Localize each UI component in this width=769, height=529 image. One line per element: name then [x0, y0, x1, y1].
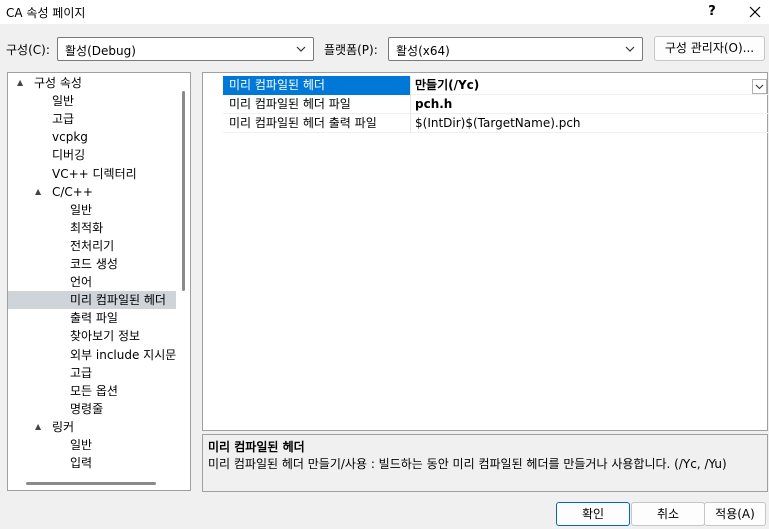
tree-item-label: 언어 — [70, 275, 93, 290]
tree-item-label: 링커 — [52, 419, 75, 434]
tree-expand-toggle-icon[interactable]: ▲ — [35, 418, 45, 436]
tree-item[interactable]: ▲ 링커 — [8, 418, 176, 436]
apply-button[interactable]: 적용(A) — [704, 502, 766, 526]
window-title: CA 속성 페이지 — [6, 6, 86, 20]
config-select-value: 활성(Debug) — [65, 44, 136, 58]
tree-item[interactable]: 고급 — [8, 110, 176, 128]
tree-item-label: VC++ 디렉터리 — [52, 166, 137, 181]
tree-item[interactable]: 언어 — [8, 273, 176, 291]
property-grid: 미리 컴파일된 헤더 만들기(/Yc) 미리 컴파일된 헤더 파일 pch.h 미리 컴… — [202, 72, 768, 431]
tree-item-label: 최적화 — [70, 220, 104, 235]
tree-expand-toggle-icon[interactable]: ▲ — [17, 74, 27, 92]
help-button[interactable]: ? — [700, 0, 724, 24]
property-tree: ▲ 구성 속성 일반 고급 vcpkg 디버깅 VC++ 디렉터리 ▲ C/C++ 일반 최적화 전처… — [7, 72, 191, 491]
tree-item-label: 코드 생성 — [70, 257, 118, 271]
tree-item[interactable]: 일반 — [8, 201, 176, 219]
title-bar: CA 속성 페이지 ? — [0, 0, 769, 24]
tree-vertical-scrollbar[interactable] — [182, 91, 185, 291]
tree-item[interactable]: VC++ 디렉터리 — [8, 165, 176, 183]
tree-item-label: 미리 컴파일된 헤더 — [70, 293, 166, 308]
tree-item[interactable]: 찾아보기 정보 — [8, 327, 176, 345]
tree-item-label: 구성 속성 — [34, 76, 82, 90]
property-value[interactable]: pch.h — [415, 95, 452, 113]
tree-item[interactable]: 최적화 — [8, 219, 176, 237]
tree-horizontal-scrollbar[interactable] — [26, 482, 156, 485]
tree-expand-toggle-icon[interactable]: ▲ — [35, 183, 45, 201]
tree-item-label: 고급 — [70, 365, 93, 380]
tree-item-label: C/C++ — [52, 184, 93, 199]
property-row[interactable]: 미리 컴파일된 헤더 파일 pch.h — [223, 95, 768, 114]
tree-item[interactable]: 일반 — [8, 92, 176, 110]
tree-item[interactable]: 디버깅 — [8, 146, 176, 164]
tree-item-label: 디버깅 — [52, 148, 86, 163]
column-divider — [410, 114, 411, 133]
ok-button[interactable]: 확인 — [556, 502, 630, 526]
property-name: 미리 컴파일된 헤더 파일 — [229, 97, 351, 111]
tree-item-label: 외부 include 지시문 — [70, 347, 176, 362]
property-row[interactable]: 미리 컴파일된 헤더 만들기(/Yc) — [223, 76, 768, 95]
tree-item-label: 출력 파일 — [70, 311, 118, 326]
config-select[interactable]: 활성(Debug) — [57, 37, 314, 61]
column-divider — [410, 95, 411, 114]
property-name: 미리 컴파일된 헤더 출력 파일 — [229, 116, 377, 130]
column-divider — [410, 76, 411, 95]
config-manager-button[interactable]: 구성 관리자(O)... — [654, 36, 765, 61]
tree-item[interactable]: vcpkg — [8, 128, 176, 146]
tree-item[interactable]: 명령줄 — [8, 400, 176, 418]
chevron-down-icon — [296, 46, 306, 52]
property-value[interactable]: $(IntDir)$(TargetName).pch — [415, 114, 581, 132]
config-label: 구성(C): — [6, 43, 50, 57]
tree-item[interactable]: 외부 include 지시문 — [8, 346, 176, 364]
chevron-down-icon — [755, 84, 764, 90]
description-panel: 미리 컴파일된 헤더 미리 컴파일된 헤더 만들기/사용 : 빌드하는 동안 미… — [202, 434, 768, 492]
tree-item-label: 명령줄 — [70, 401, 104, 416]
tree-item-label: 전처리기 — [70, 238, 115, 253]
close-icon[interactable] — [740, 0, 769, 24]
property-row[interactable]: 미리 컴파일된 헤더 출력 파일 $(IntDir)$(TargetName).p… — [223, 114, 768, 133]
property-value[interactable]: 만들기(/Yc) — [415, 76, 479, 94]
chevron-down-icon — [625, 46, 635, 52]
tree-item[interactable]: 입력 — [8, 454, 176, 472]
tree-item-label: 일반 — [52, 94, 75, 109]
tree-item[interactable]: 고급 — [8, 364, 176, 382]
property-name: 미리 컴파일된 헤더 — [229, 78, 325, 92]
cancel-button[interactable]: 취소 — [631, 502, 705, 526]
description-title: 미리 컴파일된 헤더 — [208, 440, 305, 454]
tree-item[interactable]: 모든 옵션 — [8, 382, 176, 400]
description-text: 미리 컴파일된 헤더 만들기/사용 : 빌드하는 동안 미리 컴파일된 헤더를 … — [208, 457, 727, 471]
tree-item[interactable]: 전처리기 — [8, 237, 176, 255]
tree-item[interactable]: 출력 파일 — [8, 309, 176, 327]
platform-label: 플랫폼(P): — [324, 43, 378, 57]
tree-item-label: 찾아보기 정보 — [70, 329, 141, 344]
tree-item-label: 입력 — [70, 456, 93, 471]
tree-item[interactable]: 미리 컴파일된 헤더 — [8, 291, 176, 310]
value-dropdown-button[interactable] — [752, 79, 767, 94]
tree-item-label: 모든 옵션 — [70, 383, 118, 398]
tree-item-label: 일반 — [70, 202, 93, 217]
tree-item-label: 일반 — [70, 438, 93, 452]
platform-select-value: 활성(x64) — [396, 44, 450, 58]
tree-item[interactable]: 코드 생성 — [8, 255, 176, 273]
platform-select[interactable]: 활성(x64) — [388, 37, 643, 61]
tree-item-label: vcpkg — [52, 130, 88, 145]
tree-item-label: 고급 — [52, 112, 75, 127]
tree-item[interactable]: ▲ C/C++ — [8, 183, 176, 201]
tree-item[interactable]: ▲ 구성 속성 — [8, 74, 176, 92]
tree-item[interactable]: 일반 — [8, 436, 176, 454]
